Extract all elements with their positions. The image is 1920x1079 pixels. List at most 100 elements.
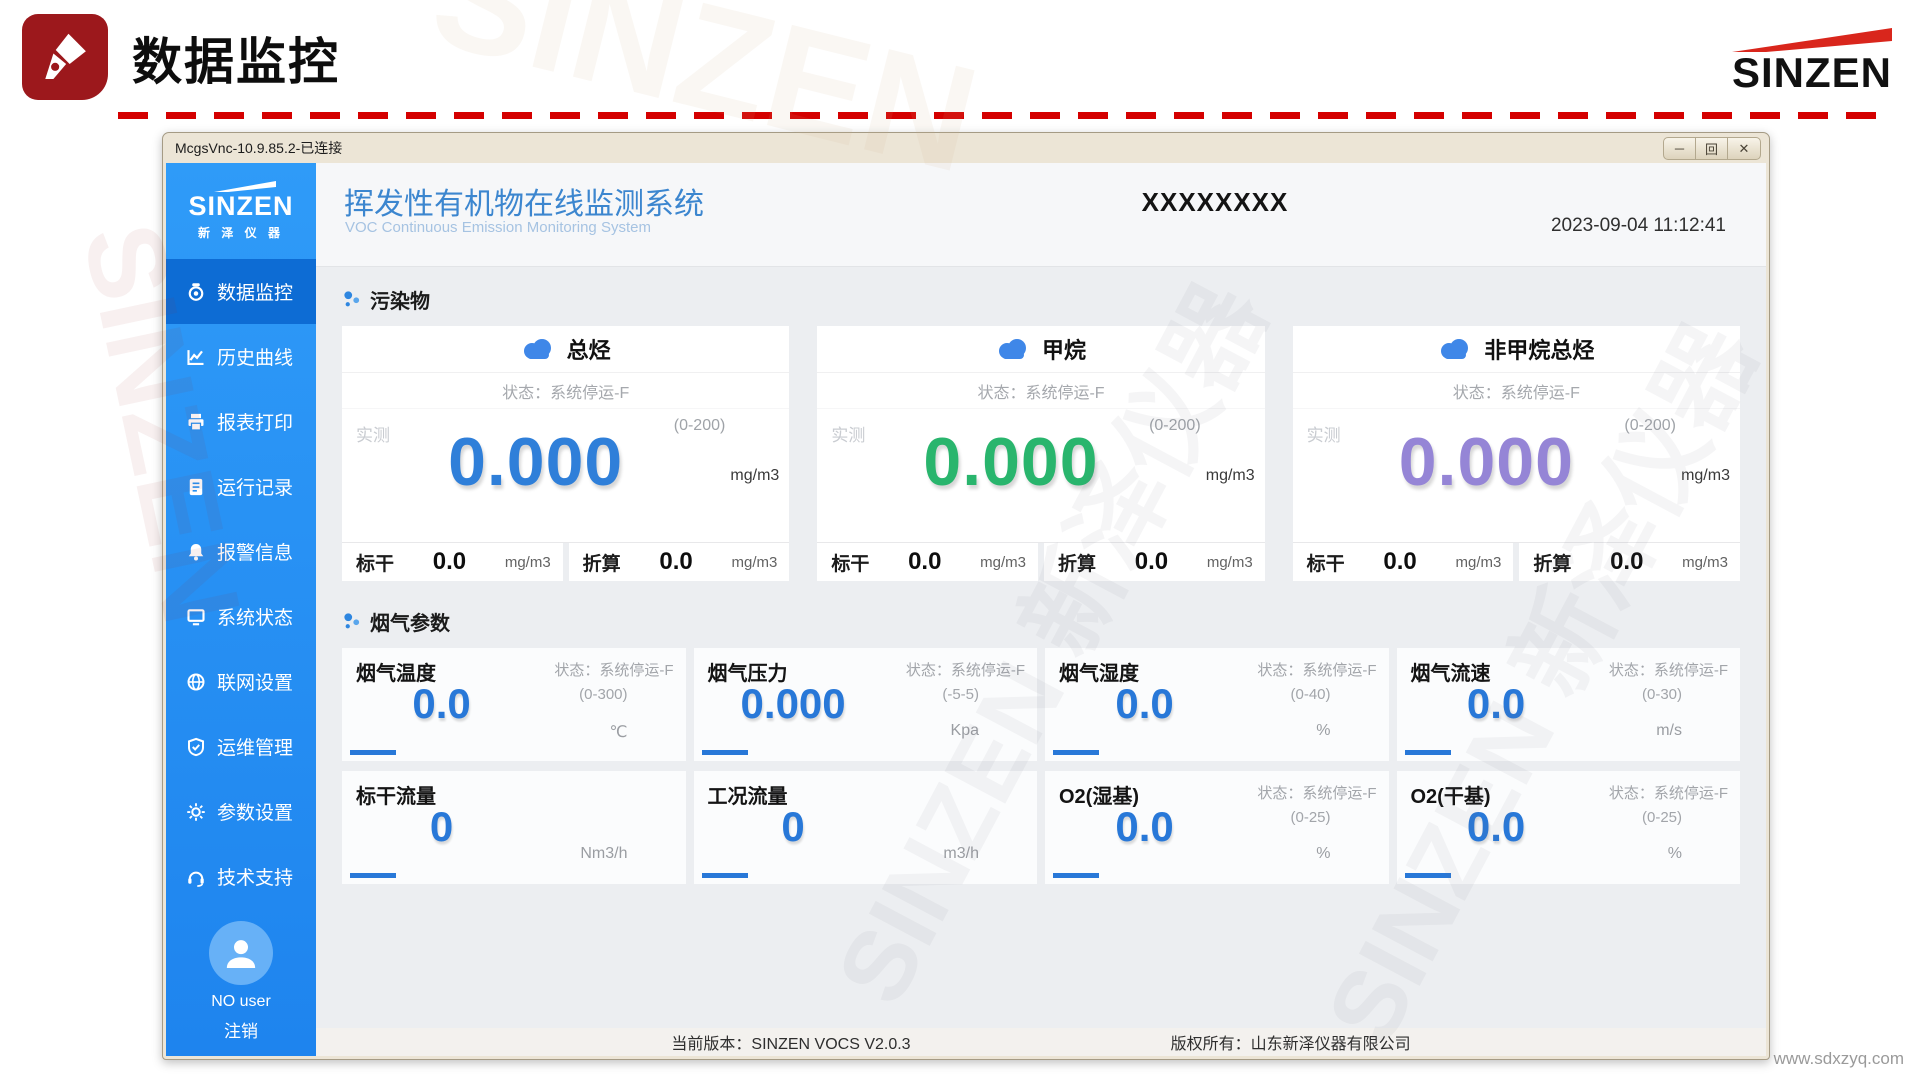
- unit-label: mg/m3: [1206, 467, 1255, 485]
- unit-label: m/s: [1656, 722, 1682, 740]
- flue-card-velocity: 烟气流速 状态：系统停运-F (0-30) 0.0 m/s: [1397, 648, 1741, 761]
- sidebar-item-label: 联网设置: [217, 668, 293, 695]
- sub-label: 标干: [817, 549, 869, 576]
- logout-button[interactable]: 注销: [224, 1017, 258, 1042]
- range-label: (-5-5): [942, 686, 979, 703]
- pollutants-section-header: 污染物: [342, 285, 1740, 314]
- close-button[interactable]: ✕: [1728, 138, 1760, 159]
- card-header: 总烃: [342, 326, 789, 372]
- card-accent-bar: [1053, 750, 1099, 755]
- sidebar-item-network-settings[interactable]: 联网设置: [166, 649, 316, 714]
- sidebar-item-label: 数据监控: [217, 278, 293, 305]
- sidebar-menu: 数据监控 历史曲线: [166, 259, 316, 909]
- status-text: 状态：系统停运-F: [1293, 372, 1740, 408]
- param-value: 0.0: [342, 680, 541, 728]
- app-root: SINZEN 新 泽 仪 器 数据监控: [166, 163, 1766, 1056]
- section-dots-icon: [342, 290, 362, 310]
- unit-label: ℃: [610, 722, 628, 742]
- card-accent-bar: [1405, 750, 1451, 755]
- pollutant-card-total-hc: 总烃 状态：系统停运-F 实测 (0-200) 0.000 mg/m3: [342, 326, 789, 581]
- maximize-button[interactable]: 回: [1696, 138, 1728, 159]
- param-value: 0.0: [1397, 680, 1596, 728]
- sidebar-item-maintenance[interactable]: 运维管理: [166, 714, 316, 779]
- sidebar-item-parameter-settings[interactable]: 参数设置: [166, 779, 316, 844]
- version-text: 当前版本：SINZEN VOCS V2.0.3: [671, 1030, 910, 1054]
- run-record-icon: [186, 477, 206, 497]
- section-title: 污染物: [370, 285, 430, 314]
- converted-value: 折算 0.0 mg/m3: [1519, 543, 1740, 581]
- sidebar-item-tech-support[interactable]: 技术支持: [166, 844, 316, 909]
- cloud-icon: [996, 337, 1030, 361]
- parameter-settings-icon: [186, 802, 206, 822]
- tech-support-icon: [186, 867, 206, 887]
- sidebar-item-alarm-info[interactable]: 报警信息: [166, 519, 316, 584]
- value-area: 实测 (0-200) 0.000 mg/m3: [342, 408, 789, 542]
- unit-label: %: [1668, 845, 1682, 863]
- flue-card-temperature: 烟气温度 状态：系统停运-F (0-300) 0.0 ℃: [342, 648, 686, 761]
- status-text: 状态：系统停运-F: [1609, 782, 1728, 803]
- slide-canvas: SINZEN SINZEN 数据监控 SINZEN www.sdxzyq.com…: [0, 0, 1920, 1079]
- user-icon: [221, 933, 261, 973]
- unit-label: %: [1316, 722, 1330, 740]
- sub-unit: mg/m3: [1455, 554, 1513, 571]
- sidebar-item-system-status[interactable]: 系统状态: [166, 584, 316, 649]
- maintenance-icon: [186, 737, 206, 757]
- sub-value: 0.0: [1571, 548, 1682, 576]
- window-titlebar[interactable]: McgsVnc-10.9.85.2-已连接 ─ 回 ✕: [163, 133, 1769, 163]
- minimize-button[interactable]: ─: [1664, 138, 1696, 159]
- sidebar-item-label: 技术支持: [217, 863, 293, 890]
- app-title: 挥发性有机物在线监测系统: [344, 179, 704, 223]
- sub-value: 0.0: [1096, 548, 1207, 576]
- sidebar-item-label: 运维管理: [217, 733, 293, 760]
- range-label: (0-25): [1642, 809, 1682, 826]
- window-controls: ─ 回 ✕: [1663, 137, 1761, 160]
- network-settings-icon: [186, 672, 206, 692]
- sidebar-item-history-curve[interactable]: 历史曲线: [166, 324, 316, 389]
- sub-value: 0.0: [1345, 548, 1456, 576]
- sub-value: 0.0: [621, 548, 732, 576]
- pen-nib-icon: [36, 28, 94, 86]
- measured-value: 0.000: [1293, 423, 1680, 501]
- flue-card-o2-wet: O2(湿基) 状态：系统停运-F (0-25) 0.0 %: [1045, 771, 1389, 884]
- report-print-icon: [186, 412, 206, 432]
- measured-value: 0.000: [342, 423, 729, 501]
- sidebar-item-run-record[interactable]: 运行记录: [166, 454, 316, 519]
- unit-label: Nm3/h: [580, 845, 627, 863]
- window-title: McgsVnc-10.9.85.2-已连接: [175, 138, 342, 158]
- status-text: 状态：系统停运-F: [554, 659, 673, 680]
- cloud-icon: [521, 337, 555, 361]
- history-curve-icon: [186, 347, 206, 367]
- flue-card-dry-flow: 标干流量 0 Nm3/h: [342, 771, 686, 884]
- status-text: 状态：系统停运-F: [1609, 659, 1728, 680]
- user-avatar[interactable]: [209, 921, 273, 985]
- sub-values-row: 标干 0.0 mg/m3 折算 0.0 mg/m3: [342, 542, 789, 581]
- sidebar-logo-text: SINZEN: [188, 193, 293, 220]
- status-text: 状态：系统停运-F: [1257, 782, 1376, 803]
- section-title: 烟气参数: [370, 607, 450, 636]
- sidebar-item-label: 运行记录: [217, 473, 293, 500]
- param-value: 0.0: [1045, 803, 1244, 851]
- param-value: 0.0: [1045, 680, 1244, 728]
- red-dashed-divider: [118, 112, 1886, 119]
- card-header: 甲烷: [817, 326, 1264, 372]
- sub-unit: mg/m3: [980, 554, 1038, 571]
- sidebar-item-label: 报表打印: [217, 408, 293, 435]
- sub-value: 0.0: [394, 548, 505, 576]
- page-title: 数据监控: [132, 22, 340, 94]
- sidebar-item-data-monitor[interactable]: 数据监控: [166, 259, 316, 324]
- status-text: 状态：系统停运-F: [1257, 659, 1376, 680]
- card-accent-bar: [350, 750, 396, 755]
- param-value: 0.000: [694, 680, 893, 728]
- sidebar-item-report-print[interactable]: 报表打印: [166, 389, 316, 454]
- dry-basis-value: 标干 0.0 mg/m3: [1293, 543, 1514, 581]
- sub-unit: mg/m3: [1207, 554, 1265, 571]
- app-subtitle: VOC Continuous Emission Monitoring Syste…: [345, 219, 651, 236]
- sidebar-logo-subtext: 新 泽 仪 器: [198, 224, 284, 241]
- alarm-info-icon: [186, 542, 206, 562]
- sub-unit: mg/m3: [505, 554, 563, 571]
- sub-unit: mg/m3: [732, 554, 790, 571]
- content-area: SINZEN 新泽仪器 SINZEN 新泽仪器 SINZEN 新泽仪器 污染物: [316, 267, 1766, 1028]
- card-accent-bar: [702, 750, 748, 755]
- sub-label: 折算: [569, 549, 621, 576]
- range-label: (0-300): [579, 686, 627, 703]
